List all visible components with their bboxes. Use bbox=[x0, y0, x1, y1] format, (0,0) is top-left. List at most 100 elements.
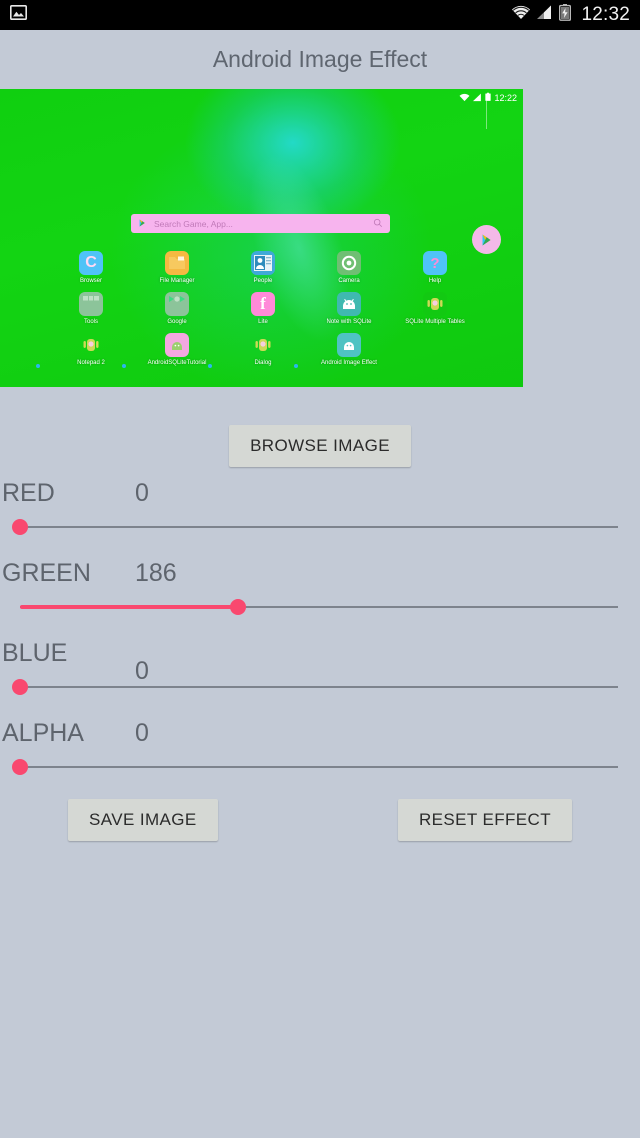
app-label: Android Image Effect bbox=[321, 360, 377, 366]
app-row: Notepad 2 AndroidSQLiteTutorial Dialog A… bbox=[36, 333, 480, 368]
app-label: Browser bbox=[79, 278, 102, 284]
android-sqlite-tutorial-icon bbox=[165, 333, 189, 357]
app-label: People bbox=[253, 278, 273, 284]
slider-header: BLUE 0 bbox=[0, 639, 640, 685]
slider-thumb-green[interactable] bbox=[230, 599, 246, 615]
slider-fill bbox=[20, 605, 238, 609]
app-cell[interactable]: Android Image Effect bbox=[294, 333, 392, 368]
facebook-lite-icon: f bbox=[251, 292, 275, 316]
app-badge-dot bbox=[294, 364, 298, 368]
app-cell[interactable]: SQLite Multiple Tables bbox=[392, 292, 478, 325]
sqlite-multiple-tables-icon bbox=[423, 292, 447, 316]
app-cell[interactable]: Camera bbox=[306, 251, 392, 284]
image-preview[interactable]: 12:22 Search Game, App... C Browser File… bbox=[0, 89, 523, 387]
slider-track-blue[interactable] bbox=[0, 674, 640, 700]
status-bar-system-icons: 12:32 bbox=[511, 4, 630, 26]
slider-track-alpha[interactable] bbox=[0, 754, 640, 780]
slider-header: GREEN 186 bbox=[0, 559, 640, 588]
status-bar-clock: 12:32 bbox=[581, 4, 630, 25]
browse-image-button[interactable]: BROWSE IMAGE bbox=[229, 425, 411, 467]
slider-track-green[interactable] bbox=[0, 594, 640, 620]
status-bar-notifications bbox=[10, 5, 27, 25]
image-icon bbox=[10, 5, 27, 25]
slider-label-green: GREEN bbox=[2, 559, 91, 587]
slider-header: RED 0 bbox=[0, 479, 640, 508]
slider-thumb-red[interactable] bbox=[12, 519, 28, 535]
preview-app-grid: C Browser File Manager People Camera ? H… bbox=[36, 251, 480, 374]
action-buttons-row: SAVE IMAGE RESET EFFECT bbox=[0, 799, 640, 841]
app-cell[interactable]: C Browser bbox=[48, 251, 134, 284]
app-cell[interactable]: Notepad 2 bbox=[36, 333, 134, 368]
app-cell[interactable]: People bbox=[220, 251, 306, 284]
app-cell[interactable]: ? Help bbox=[392, 251, 478, 284]
app-cell[interactable]: Tools bbox=[48, 292, 134, 325]
slider-label-red: RED bbox=[2, 479, 55, 507]
app-cell[interactable]: Google bbox=[134, 292, 220, 325]
slider-red: RED 0 bbox=[0, 479, 640, 559]
page-title: Android Image Effect bbox=[212, 46, 428, 72]
app-bar: Android Image Effect bbox=[0, 30, 640, 89]
slider-blue: BLUE 0 bbox=[0, 639, 640, 719]
slider-value-green: 186 bbox=[135, 559, 177, 587]
app-label: AndroidSQLiteTutorial bbox=[147, 360, 207, 366]
wifi-icon bbox=[459, 93, 470, 104]
main-content: 12:22 Search Game, App... C Browser File… bbox=[0, 89, 640, 1138]
reset-effect-button[interactable]: RESET EFFECT bbox=[397, 799, 572, 841]
android-image-effect-icon bbox=[337, 333, 361, 357]
play-store-icon bbox=[138, 215, 147, 233]
app-row: Tools Google f Lite Note with SQLite SQL… bbox=[48, 292, 480, 325]
app-label: Dialog bbox=[254, 360, 272, 366]
app-label: SQLite Multiple Tables bbox=[405, 319, 465, 325]
app-label: Tools bbox=[83, 319, 98, 325]
app-cell[interactable]: AndroidSQLiteTutorial bbox=[122, 333, 220, 368]
dialog-icon bbox=[251, 333, 275, 357]
app-label: Lite bbox=[258, 319, 268, 325]
app-badge-dot bbox=[208, 364, 212, 368]
system-status-bar: 12:32 bbox=[0, 0, 640, 30]
slider-label-alpha: ALPHA bbox=[2, 719, 84, 747]
google-folder-icon bbox=[165, 292, 189, 316]
note-with-sqlite-icon bbox=[337, 292, 361, 316]
slider-green: GREEN 186 bbox=[0, 559, 640, 639]
app-label: Help bbox=[428, 278, 442, 284]
magnifier-icon bbox=[373, 215, 383, 233]
help-icon: ? bbox=[423, 251, 447, 275]
app-label: Notepad 2 bbox=[77, 360, 105, 366]
slider-thumb-blue[interactable] bbox=[12, 679, 28, 695]
preview-search-bar[interactable]: Search Game, App... bbox=[131, 214, 390, 233]
camera-icon bbox=[337, 251, 361, 275]
cellular-signal-icon bbox=[473, 93, 482, 104]
app-cell[interactable]: Dialog bbox=[208, 333, 306, 368]
slider-track-line bbox=[20, 766, 618, 768]
slider-header: ALPHA 0 bbox=[0, 719, 640, 748]
slider-thumb-alpha[interactable] bbox=[12, 759, 28, 775]
color-sliders: RED 0 GREEN 186 BLUE 0 ALPHA 0 bbox=[0, 479, 640, 799]
app-cell[interactable]: Note with SQLite bbox=[306, 292, 392, 325]
app-badge-dot bbox=[36, 364, 40, 368]
app-cell[interactable]: File Manager bbox=[134, 251, 220, 284]
browse-image-row: BROWSE IMAGE bbox=[0, 425, 640, 467]
slider-alpha: ALPHA 0 bbox=[0, 719, 640, 799]
app-label: Google bbox=[167, 319, 187, 325]
wifi-icon bbox=[511, 5, 531, 25]
app-row: C Browser File Manager People Camera ? H… bbox=[48, 251, 480, 284]
app-cell[interactable]: f Lite bbox=[220, 292, 306, 325]
app-label: Note with SQLite bbox=[326, 319, 372, 325]
slider-label-blue: BLUE bbox=[2, 639, 68, 667]
app-badge-dot bbox=[122, 364, 126, 368]
tools-folder-icon bbox=[79, 292, 103, 316]
preview-status-bar: 12:22 bbox=[459, 92, 517, 104]
slider-track-red[interactable] bbox=[0, 514, 640, 540]
preview-clock: 12:22 bbox=[494, 93, 517, 103]
battery-charging-icon bbox=[559, 4, 572, 26]
save-image-button[interactable]: SAVE IMAGE bbox=[68, 799, 218, 841]
file-manager-icon bbox=[165, 251, 189, 275]
slider-track-line bbox=[20, 686, 618, 688]
slider-value-alpha: 0 bbox=[135, 719, 149, 747]
people-icon bbox=[251, 251, 275, 275]
app-label: Camera bbox=[338, 278, 360, 284]
notepad-2-icon bbox=[79, 333, 103, 357]
play-store-icon[interactable] bbox=[472, 225, 501, 254]
cellular-signal-icon bbox=[537, 5, 553, 25]
preview-search-placeholder: Search Game, App... bbox=[154, 218, 233, 229]
